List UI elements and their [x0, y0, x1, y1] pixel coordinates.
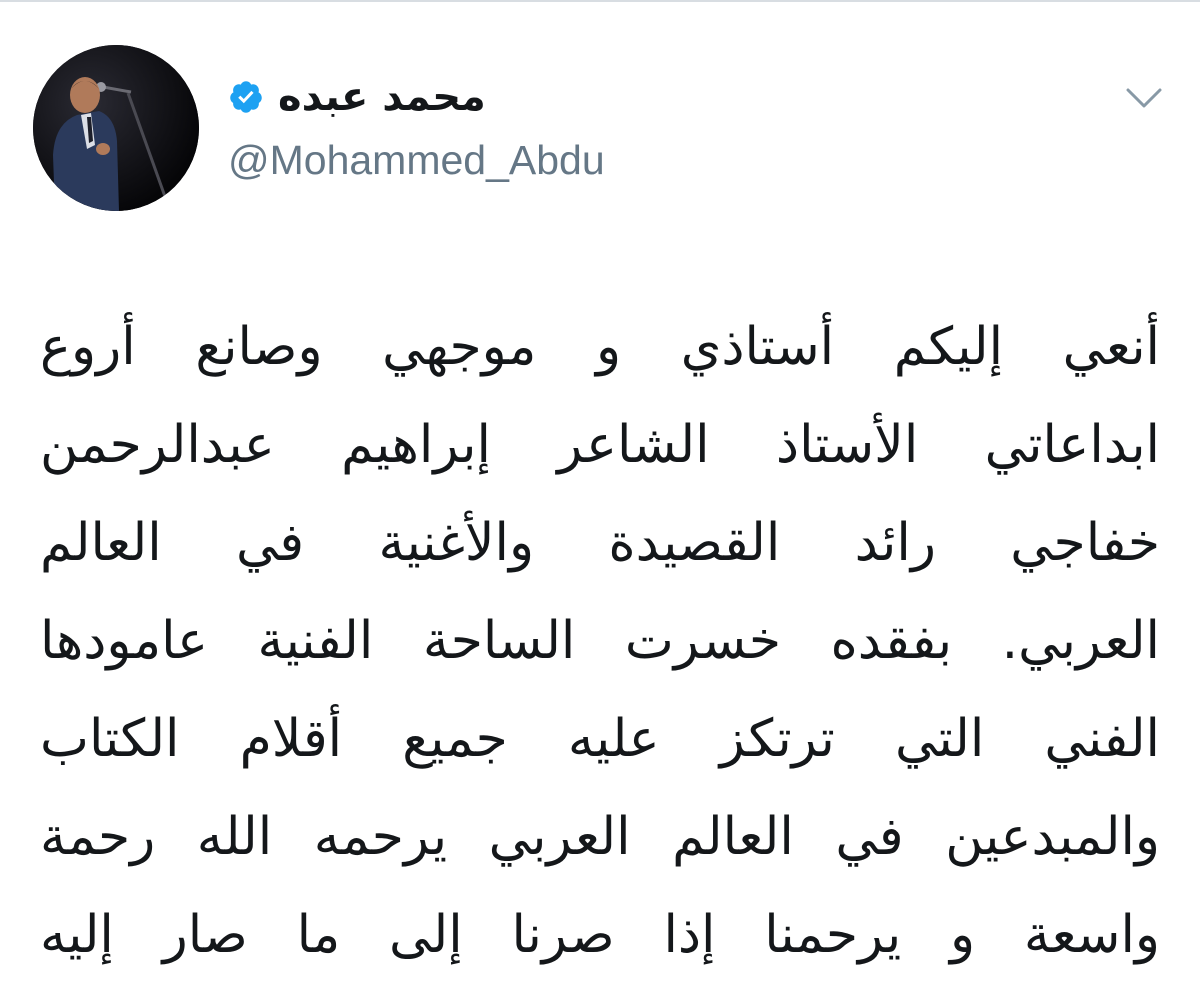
tweet-text-line: خفاجي رائد القصيدة والأغنية في العالم: [40, 513, 1160, 573]
author-handle[interactable]: @Mohammed_Abdu: [228, 136, 605, 184]
avatar[interactable]: [33, 45, 199, 211]
top-divider: [0, 0, 1200, 2]
tweet-text-line: أنعي إليكم أستاذي و موجهي وصانع أروع: [40, 317, 1160, 377]
tweet-text-line: واسعة و يرحمنا إذا صرنا إلى ما صار إليه: [40, 905, 1160, 965]
author-name-row[interactable]: محمد عبده: [228, 72, 486, 122]
tweet-text-line: والمبدعين في العالم العربي يرحمه الله رح…: [40, 807, 1160, 867]
tweet-text-line: العربي. بفقده خسرت الساحة الفنية عامودها: [40, 611, 1160, 671]
tweet-text-line: الفني التي ترتكز عليه جميع أقلام الكتاب: [40, 709, 1160, 769]
tweet-text: أنعي إليكم أستاذي و موجهي وصانع أروع ابد…: [40, 298, 1160, 984]
tweet-card: محمد عبده @Mohammed_Abdu أنعي إليكم أستا…: [0, 0, 1200, 996]
avatar-image: [33, 45, 199, 211]
verified-badge-icon: [230, 81, 262, 113]
tweet-text-line: ابداعاتي الأستاذ الشاعر إبراهيم عبدالرحم…: [40, 415, 1160, 475]
chevron-down-icon[interactable]: [1124, 84, 1164, 112]
author-display-name: محمد عبده: [278, 74, 486, 120]
